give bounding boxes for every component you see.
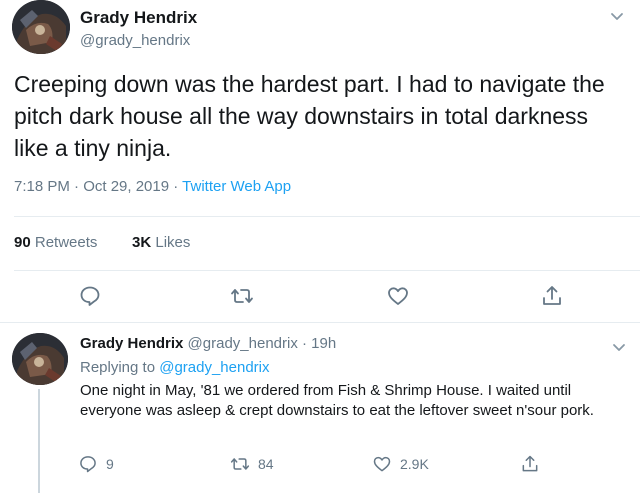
tweet-source[interactable]: Twitter Web App [182, 178, 291, 195]
reply-count: 9 [106, 456, 114, 472]
retweet-count: 84 [258, 456, 274, 472]
retweet-action[interactable]: 84 [230, 453, 274, 475]
reply-icon[interactable] [78, 284, 102, 308]
replying-prefix: Replying to [80, 359, 160, 376]
reply-header: Grady Hendrix @grady_hendrix · 19h [80, 335, 336, 352]
caret-down-icon[interactable] [610, 12, 624, 22]
reply-icon [80, 456, 96, 473]
avatar-image [12, 333, 68, 385]
avatar[interactable] [12, 333, 68, 385]
caret-down-icon[interactable] [612, 343, 626, 353]
reply-text: One night in May, '81 we ordered from Fi… [80, 382, 594, 419]
avatar-image [12, 0, 70, 54]
reply-author-name[interactable]: Grady Hendrix [80, 335, 183, 352]
tweet-meta: 7:18 PM · Oct 29, 2019 · Twitter Web App [14, 178, 291, 195]
retweets-count: 90 [14, 234, 31, 251]
reply-tweet[interactable]: Grady Hendrix @grady_hendrix · 19h Reply… [0, 323, 640, 493]
share-icon[interactable] [540, 284, 564, 308]
main-tweet: Grady Hendrix @grady_hendrix Creeping do… [0, 0, 640, 323]
author-handle[interactable]: @grady_hendrix [80, 32, 190, 49]
retweets-label: Retweets [34, 234, 98, 251]
retweet-icon [230, 458, 250, 470]
reply-author-handle[interactable]: @grady_hendrix · 19h [188, 335, 337, 352]
likes-label: Likes [155, 234, 191, 251]
avatar[interactable] [12, 0, 70, 54]
likes-stat[interactable]: 3K Likes [132, 234, 190, 251]
replying-to: Replying to @grady_hendrix [80, 359, 270, 376]
like-count: 2.9K [400, 456, 429, 472]
likes-count: 3K [132, 234, 152, 251]
replying-to-link[interactable]: @grady_hendrix [159, 359, 269, 376]
retweets-stat[interactable]: 90 Retweets [14, 234, 97, 251]
author-name[interactable]: Grady Hendrix [80, 8, 197, 28]
divider [14, 270, 640, 271]
share-icon [522, 455, 538, 472]
divider [14, 216, 640, 217]
tweet-text: Creeping down was the hardest part. I ha… [14, 71, 605, 161]
thread-line [38, 389, 40, 493]
like-icon [373, 456, 391, 472]
like-icon[interactable] [386, 284, 410, 308]
share-action[interactable] [520, 453, 548, 475]
tweet-timestamp[interactable]: 7:18 PM · Oct 29, 2019 · [14, 178, 182, 195]
retweet-icon[interactable] [230, 284, 254, 308]
like-action[interactable]: 2.9K [372, 453, 429, 475]
reply-action[interactable]: 9 [78, 453, 114, 475]
